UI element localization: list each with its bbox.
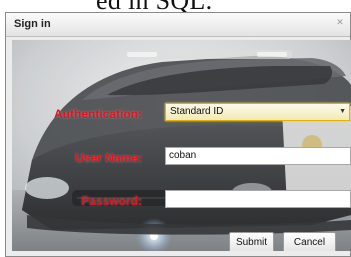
police-car-background-image: Authentication: User Name: Password: Sta… [12,40,351,251]
authentication-selected-value: Standard ID [170,106,224,117]
sign-in-dialog: Sign in ✕ Authentication: User Name: Pas… [5,12,351,257]
police-car-illustration [12,40,351,251]
close-icon[interactable]: ✕ [333,17,347,30]
dialog-title: Sign in [14,18,51,30]
username-label: User Name: [75,151,142,165]
submit-button[interactable]: Submit [229,232,274,251]
dialog-titlebar: Sign in ✕ [6,13,350,37]
username-input[interactable]: coban [165,147,351,165]
cancel-button[interactable]: Cancel [283,232,336,251]
chevron-down-icon[interactable]: ▼ [339,104,346,120]
password-label: Password: [81,194,142,208]
page: ed in SQL. Sign in ✕ Authentication: Use… [0,0,351,257]
authentication-select[interactable]: Standard ID ▼ [165,103,350,121]
authentication-label: Authentication: [54,107,142,121]
password-input[interactable] [165,190,351,208]
